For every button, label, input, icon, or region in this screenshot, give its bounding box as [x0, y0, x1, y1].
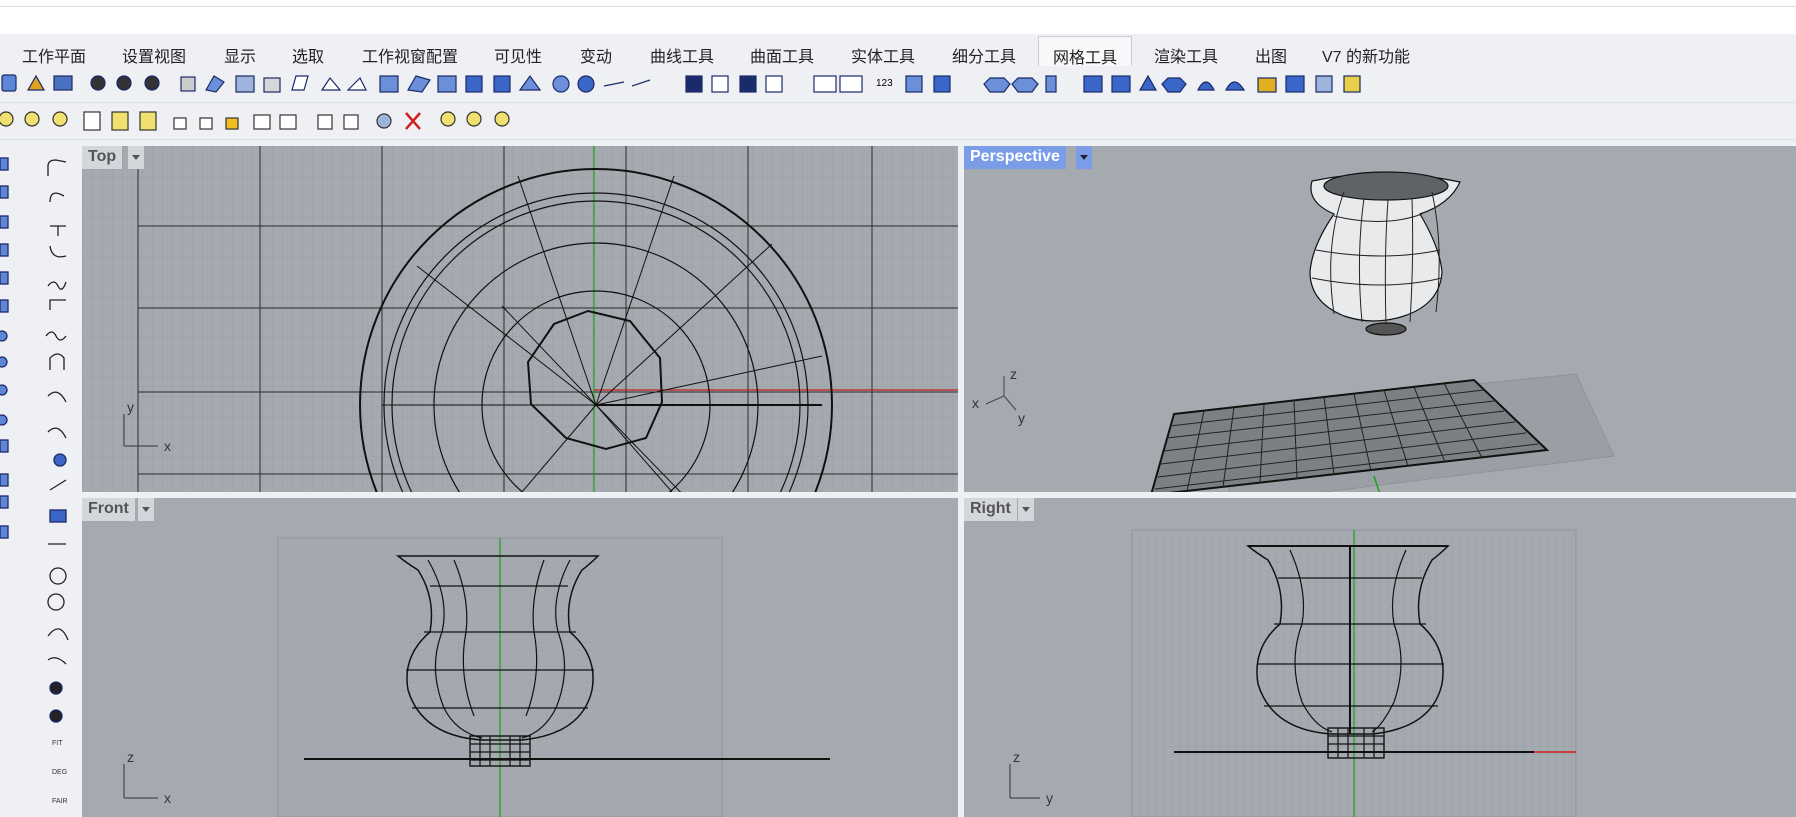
tab-render-tools[interactable]: 渲染工具 — [1154, 43, 1218, 67]
ribbon-tabs: 工作平面 设置视图 显示 选取 工作视窗配置 可见性 变动 曲线工具 曲面工具 … — [0, 34, 1796, 67]
tab-curve-tools[interactable]: 曲线工具 — [650, 43, 714, 67]
perspective-viewport-menu-chevron-down-icon[interactable] — [1076, 146, 1092, 169]
top-viewport[interactable]: x y Top — [82, 146, 958, 492]
perspective-grid — [1150, 373, 1615, 492]
axis-x-label: x — [164, 790, 171, 806]
tab-drafting[interactable]: 出图 — [1255, 43, 1287, 67]
axis-x-label: x — [164, 438, 171, 454]
tab-v7-new[interactable]: V7 的新功能 — [1322, 43, 1410, 67]
axis-z-label: z — [1010, 366, 1017, 382]
toolbar-icons-row2[interactable] — [0, 111, 510, 131]
tab-subd-tools[interactable]: 细分工具 — [952, 43, 1016, 67]
tab-select[interactable]: 选取 — [292, 43, 324, 67]
right-viewport-menu-chevron-down-icon[interactable] — [1018, 498, 1034, 521]
top-viewport-title[interactable]: Top — [82, 146, 123, 169]
construction-grid — [82, 146, 958, 492]
cplane-axes-icon — [1009, 764, 1040, 799]
tab-viewport-layout[interactable]: 工作视窗配置 — [362, 43, 458, 67]
tab-mesh-tools[interactable]: 网格工具 — [1038, 36, 1133, 67]
right-viewport[interactable]: y z Right — [964, 498, 1796, 817]
axis-y-label: y — [1046, 790, 1053, 806]
perspective-viewport[interactable]: x y z Perspective — [964, 146, 1796, 492]
axis-y-label: y — [1018, 410, 1025, 426]
title-divider — [0, 6, 1796, 7]
top-viewport-menu-chevron-down-icon[interactable] — [128, 146, 144, 169]
left-toolbar-icons[interactable] — [0, 157, 69, 723]
deg-label[interactable]: DEG — [52, 769, 67, 776]
axis-x-label: x — [972, 395, 979, 411]
vase-shaded — [1309, 171, 1461, 336]
fit-label[interactable]: FIT — [52, 740, 63, 747]
right-viewport-title[interactable]: Right — [964, 498, 1017, 521]
front-viewport-menu-chevron-down-icon[interactable] — [138, 498, 154, 521]
visibility-toolbar — [0, 103, 1796, 140]
tab-display[interactable]: 显示 — [224, 43, 256, 67]
svg-text:123: 123 — [876, 78, 893, 89]
left-toolbar: FIT DEG FAIR — [0, 140, 80, 817]
toolbar-icons[interactable]: 123 — [1, 74, 1361, 93]
tab-cplanes[interactable]: 工作平面 — [22, 43, 86, 67]
tab-solid-tools[interactable]: 实体工具 — [851, 43, 915, 67]
cplane-axes-icon — [123, 764, 158, 799]
perspective-viewport-title[interactable]: Perspective — [964, 146, 1066, 169]
title-bar — [0, 0, 1796, 35]
tab-visibility[interactable]: 可见性 — [494, 43, 542, 67]
front-viewport-title[interactable]: Front — [82, 498, 135, 521]
axis-z-label: z — [1013, 749, 1020, 765]
tab-surface-tools[interactable]: 曲面工具 — [750, 43, 814, 67]
tab-transform[interactable]: 变动 — [580, 43, 612, 67]
axis-z-label: z — [127, 749, 134, 765]
front-viewport[interactable]: x z Front — [82, 498, 958, 817]
fair-label[interactable]: FAIR — [52, 798, 68, 805]
mesh-toolbar: 123 — [0, 66, 1796, 103]
tab-set-view[interactable]: 设置视图 — [122, 43, 186, 67]
axis-y-label: y — [127, 399, 134, 415]
